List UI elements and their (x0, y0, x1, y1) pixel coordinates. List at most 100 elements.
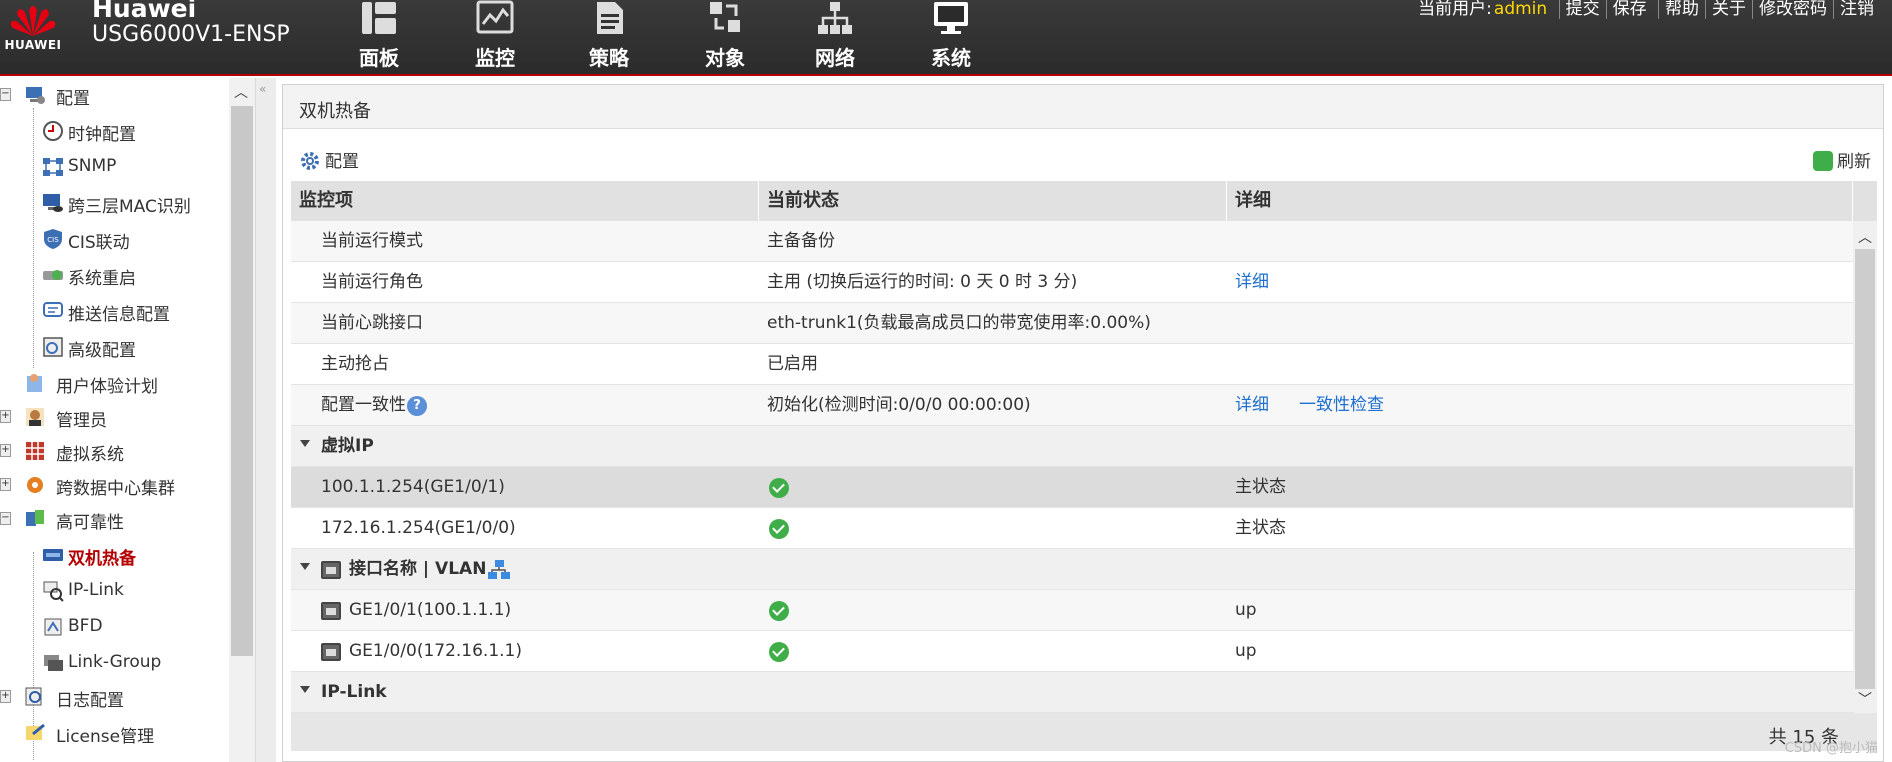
help-link[interactable]: 帮助 (1658, 0, 1705, 19)
snmp-network-icon (43, 158, 63, 176)
sidebar-collapse-handle[interactable]: « (255, 78, 276, 762)
row-item: GE1/0/0(172.16.1.1) (349, 641, 523, 661)
expand-toggle[interactable]: + (0, 478, 11, 491)
row-item: 当前运行模式 (321, 231, 423, 251)
sidebar-item-push-info[interactable]: 推送信息配置 (0, 294, 228, 328)
license-key-icon (26, 723, 45, 740)
sidebar-item-license[interactable]: License管理 (0, 716, 228, 750)
network-topology-icon (818, 2, 852, 34)
sidebar-item-ux-plan[interactable]: 用户体验计划 (0, 366, 228, 400)
sidebar-item-label: 高级配置 (68, 341, 136, 361)
sidebar-item-label: License管理 (56, 727, 155, 747)
logout-link[interactable]: 注销 (1833, 0, 1880, 19)
change-password-link[interactable]: 修改密码 (1752, 0, 1833, 19)
system-monitor-icon (934, 2, 968, 34)
table-row[interactable]: 100.1.1.254(GE1/0/1) 主状态 (291, 467, 1853, 508)
sidebar-item-dc-cluster[interactable]: + 跨数据中心集群 (0, 468, 228, 502)
brand-name: Huawei (92, 0, 197, 23)
port-icon (321, 561, 341, 579)
watermark: CSDN @抱小猫 (1784, 741, 1878, 756)
collapse-toggle[interactable]: − (0, 88, 11, 101)
scroll-down-icon[interactable]: ﹀ (1858, 689, 1872, 709)
group-header-ip-link[interactable]: IP-Link (291, 672, 1853, 713)
expand-toggle[interactable]: + (0, 410, 11, 423)
expand-toggle[interactable]: + (0, 690, 11, 703)
sidebar-item-log-config[interactable]: + 日志配置 (0, 680, 228, 714)
table-row: 配置一致性? 初始化(检测时间:0/0/0 00:00:00) 详细 一致性检查 (291, 385, 1853, 426)
sidebar-scrollbar[interactable]: ︿ (229, 78, 255, 762)
sidebar-item-label: 管理员 (56, 411, 107, 431)
sidebar-item-bfd[interactable]: BFD (0, 610, 228, 644)
sidebar-item-label: 配置 (56, 89, 90, 109)
refresh-button[interactable]: 刷新 (1813, 147, 1871, 172)
sidebar-item-config[interactable]: − 配置 (0, 78, 228, 112)
sidebar-item-ip-link[interactable]: IP-Link (0, 574, 228, 608)
sidebar-item-mac-identify[interactable]: 跨三层MAC识别 (0, 186, 228, 220)
scrollbar-thumb[interactable] (231, 106, 253, 656)
sidebar-item-cis[interactable]: CIS CIS联动 (0, 222, 228, 256)
sidebar-item-label: CIS联动 (68, 233, 130, 253)
caret-down-icon[interactable] (300, 563, 310, 570)
sidebar-item-high-availability[interactable]: − 高可靠性 (0, 502, 228, 536)
monitor-chart-icon (476, 0, 514, 34)
sidebar-item-virtual-system[interactable]: + 虚拟系统 (0, 434, 228, 468)
row-detail: 主状态 (1235, 477, 1286, 497)
sidebar-item-label: 时钟配置 (68, 125, 136, 145)
consistency-check-link[interactable]: 一致性检查 (1299, 385, 1384, 426)
sidebar-item-label: SNMP (68, 156, 117, 176)
sidebar-item-admin[interactable]: + 管理员 (0, 400, 228, 434)
row-item: 当前心跳接口 (321, 313, 423, 333)
submit-link[interactable]: 提交 (1558, 0, 1606, 19)
sidebar-item-hot-standby[interactable]: 双机热备 (0, 538, 228, 572)
caret-down-icon[interactable] (300, 686, 310, 693)
sidebar-item-advanced[interactable]: 高级配置 (0, 330, 228, 364)
caret-down-icon[interactable] (300, 440, 310, 447)
sidebar-item-clock[interactable]: 时钟配置 (0, 114, 228, 148)
nav-system[interactable]: 系统 (906, 0, 996, 74)
scrollbar-thumb[interactable] (1855, 249, 1875, 689)
detail-link[interactable]: 详细 (1235, 262, 1269, 303)
table-body: 当前运行模式 主备备份 当前运行角色 主用 (切换后运行的时间: 0 天 0 时… (291, 221, 1853, 713)
scroll-up-icon[interactable]: ︿ (1858, 227, 1872, 247)
collapse-toggle[interactable]: − (0, 512, 11, 525)
row-item-label: 配置一致性 (321, 395, 406, 415)
about-link[interactable]: 关于 (1705, 0, 1752, 19)
high-availability-icon (26, 510, 44, 526)
dashboard-icon (362, 2, 396, 34)
sidebar-item-restart[interactable]: 系统重启 (0, 258, 228, 292)
group-header-virtual-ip[interactable]: 虚拟IP (291, 426, 1853, 467)
table-row: 172.16.1.254(GE1/0/0) 主状态 (291, 508, 1853, 549)
nav-label: 对象 (705, 46, 745, 70)
refresh-button-label: 刷新 (1837, 152, 1871, 172)
nav-monitor[interactable]: 监控 (450, 0, 540, 74)
config-button[interactable]: 配置 (299, 147, 359, 172)
nav-network[interactable]: 网络 (790, 0, 880, 74)
group-header-interface-vlan[interactable]: 接口名称 | VLAN (291, 549, 1853, 590)
table-scrollbar[interactable]: ︿ ﹀ (1853, 221, 1877, 713)
nav-object[interactable]: 对象 (680, 0, 770, 74)
nav-dashboard[interactable]: 面板 (334, 0, 424, 74)
column-header-status[interactable]: 当前状态 (759, 181, 1227, 221)
help-question-icon[interactable]: ? (407, 396, 427, 416)
user-experience-icon (27, 374, 42, 392)
sidebar-item-label: Link-Group (68, 652, 162, 672)
scroll-up-icon[interactable]: ︿ (234, 82, 248, 102)
detail-link[interactable]: 详细 (1235, 385, 1269, 426)
expand-toggle[interactable]: + (0, 444, 11, 457)
sidebar-item-label: 跨数据中心集群 (56, 479, 175, 499)
bfd-icon (44, 618, 62, 636)
username: admin (1493, 0, 1548, 19)
hot-standby-table: 监控项 当前状态 详细 当前运行模式 主备备份 当前运行角色 主用 (切换后运行… (291, 181, 1877, 751)
hot-standby-icon (43, 549, 63, 561)
cluster-gear-icon (27, 477, 43, 493)
column-header-detail[interactable]: 详细 (1227, 181, 1853, 221)
row-status: 主备备份 (767, 231, 835, 251)
sidebar-item-snmp[interactable]: SNMP (0, 150, 228, 184)
sidebar-item-link-group[interactable]: Link-Group (0, 646, 228, 680)
nav-label: 监控 (475, 46, 515, 70)
save-link[interactable]: 保存 (1605, 0, 1653, 19)
column-header-item[interactable]: 监控项 (291, 181, 759, 221)
double-chevron-left-icon[interactable]: « (259, 82, 266, 96)
link-group-icon (44, 655, 63, 671)
nav-policy[interactable]: 策略 (564, 0, 654, 74)
